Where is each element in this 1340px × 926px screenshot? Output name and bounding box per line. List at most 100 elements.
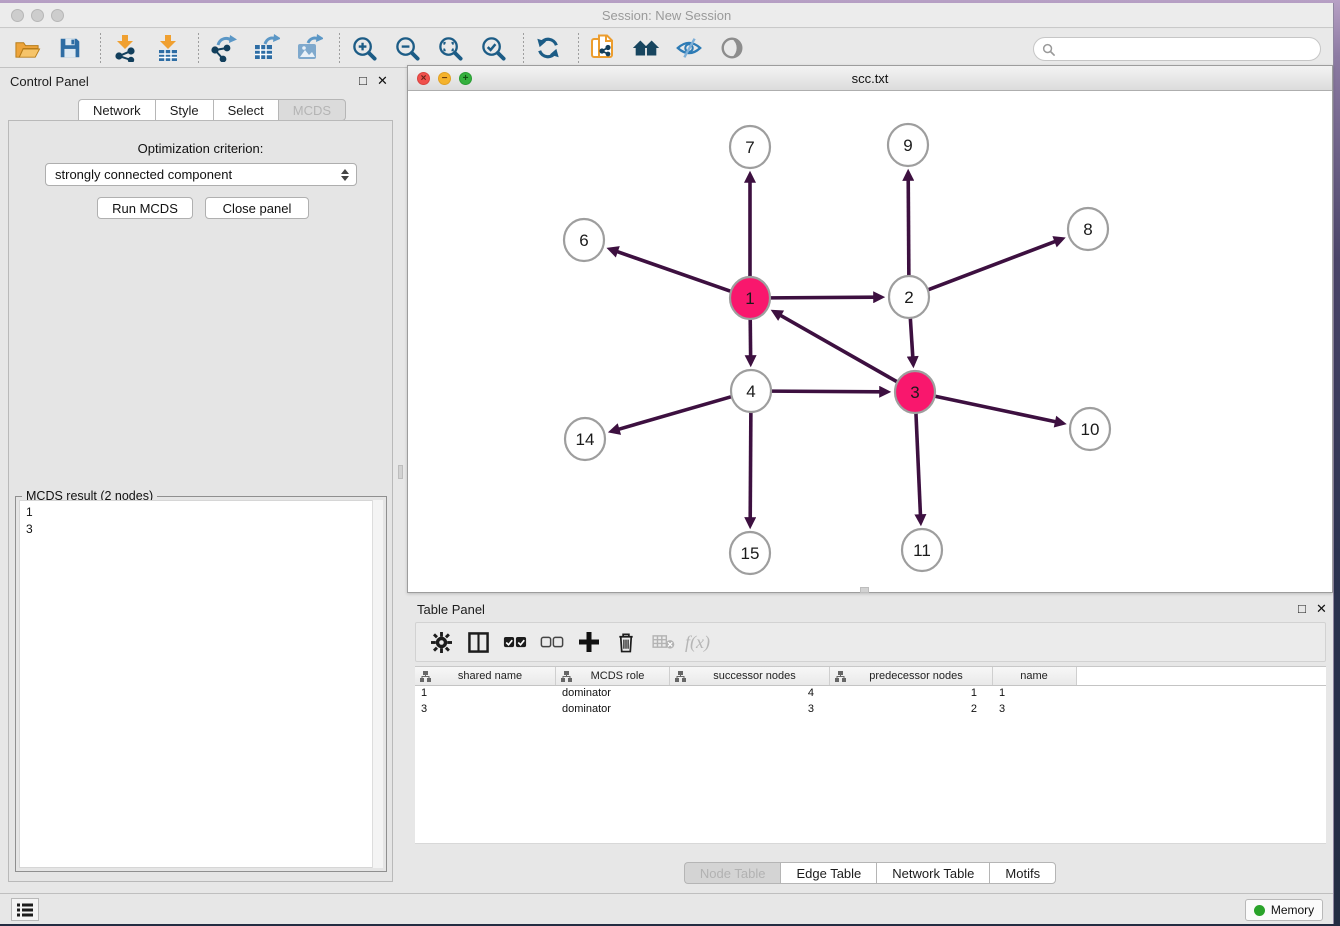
graph-edge-1-6[interactable]	[616, 251, 731, 291]
table-cell[interactable]: 1	[415, 686, 556, 702]
table-cell[interactable]: 2	[830, 702, 993, 718]
table-row[interactable]: 1dominator411	[415, 686, 1326, 702]
network-window-titlebar[interactable]: × − + scc.txt	[408, 66, 1332, 91]
export-image-button[interactable]	[294, 33, 324, 63]
save-session-button[interactable]	[55, 33, 85, 63]
graph-node-1[interactable]: 1	[730, 277, 770, 319]
graph-node-4[interactable]: 4	[731, 370, 771, 412]
mcds-result-list[interactable]: 13	[19, 500, 383, 868]
graph-edge-3-1[interactable]	[780, 315, 898, 382]
column-header-predecessor-nodes[interactable]: predecessor nodes	[830, 667, 993, 685]
graph-node-10[interactable]: 10	[1070, 408, 1110, 450]
graph-edge-4-3[interactable]	[771, 391, 881, 392]
table-options-button[interactable]	[426, 628, 456, 656]
graph-edge-3-10[interactable]	[935, 396, 1057, 422]
tab-network-table[interactable]: Network Table	[876, 862, 989, 884]
result-scrollbar[interactable]	[372, 500, 383, 868]
columns-icon	[468, 632, 489, 653]
main-toolbar	[0, 29, 1333, 68]
graph-node-label: 2	[904, 288, 913, 307]
table-cell[interactable]: 3	[670, 702, 830, 718]
graph-node-3[interactable]: 3	[895, 371, 935, 413]
float-panel-icon[interactable]: □	[359, 73, 367, 88]
graph-node-8[interactable]: 8	[1068, 208, 1108, 250]
graph-edge-3-11[interactable]	[916, 412, 921, 516]
column-type-icon	[675, 671, 686, 682]
delete-row-button[interactable]	[611, 628, 641, 656]
zoom-out-button[interactable]	[392, 33, 422, 63]
status-bar: Memory	[0, 893, 1333, 924]
tab-style[interactable]: Style	[155, 99, 213, 121]
zoom-selected-button[interactable]	[478, 33, 508, 63]
control-panel-title: Control Panel	[10, 74, 89, 89]
graph-node-7[interactable]: 7	[730, 126, 770, 168]
splitter-grip-vertical[interactable]	[398, 465, 403, 479]
optimization-select[interactable]: strongly connected component	[45, 163, 357, 186]
graph-node-2[interactable]: 2	[889, 276, 929, 318]
run-mcds-button[interactable]: Run MCDS	[97, 197, 193, 219]
mcds-result-group: MCDS result (2 nodes) 13	[15, 496, 387, 872]
column-type-icon	[561, 671, 572, 682]
search-input[interactable]	[1060, 42, 1320, 56]
refresh-layout-button[interactable]	[533, 33, 563, 63]
table-panel-tabs: Node TableEdge TableNetwork TableMotifs	[407, 862, 1333, 884]
close-panel-button[interactable]: Close panel	[205, 197, 309, 219]
manage-networks-button[interactable]	[588, 33, 618, 63]
graph-node-15[interactable]: 15	[730, 532, 770, 574]
import-network-button[interactable]	[110, 33, 140, 63]
memory-button[interactable]: Memory	[1245, 899, 1323, 921]
hide-panel-button[interactable]	[674, 33, 704, 63]
table-cell[interactable]: 4	[670, 686, 830, 702]
tab-edge-table[interactable]: Edge Table	[780, 862, 876, 884]
control-panel: Control Panel □ ✕ NetworkStyleSelectMCDS…	[0, 68, 401, 892]
zoom-in-button[interactable]	[349, 33, 379, 63]
network-overview-button[interactable]	[11, 898, 39, 921]
graph-edge-4-14[interactable]	[618, 397, 732, 430]
table-cell[interactable]: 3	[415, 702, 556, 718]
table-cell[interactable]: dominator	[556, 702, 670, 718]
table-cell[interactable]: 1	[993, 686, 1077, 702]
close-table-panel-icon[interactable]: ✕	[1316, 601, 1327, 617]
first-neighbors-button[interactable]	[631, 33, 661, 63]
mcds-result-item: 3	[26, 521, 376, 538]
close-panel-icon[interactable]: ✕	[377, 73, 388, 89]
graph-edge-1-2[interactable]	[770, 297, 875, 298]
export-network-button[interactable]	[208, 33, 238, 63]
column-header-MCDS-role[interactable]: MCDS role	[556, 667, 670, 685]
search-field[interactable]	[1033, 37, 1321, 61]
float-table-panel-icon[interactable]: □	[1298, 601, 1306, 616]
export-table-button[interactable]	[251, 33, 281, 63]
tab-mcds[interactable]: MCDS	[278, 99, 346, 121]
graph-node-9[interactable]: 9	[888, 124, 928, 166]
table-row[interactable]: 3dominator323	[415, 702, 1326, 718]
column-header-name[interactable]: name	[993, 667, 1077, 685]
tab-node-table[interactable]: Node Table	[684, 862, 781, 884]
graph-edge-2-3[interactable]	[910, 317, 913, 358]
graph-node-11[interactable]: 11	[902, 529, 942, 571]
graph-edge-2-9[interactable]	[908, 179, 909, 277]
table-cell[interactable]: dominator	[556, 686, 670, 702]
import-table-button[interactable]	[153, 33, 183, 63]
column-header-shared-name[interactable]: shared name	[415, 667, 556, 685]
table-cell[interactable]: 3	[993, 702, 1077, 718]
tab-motifs[interactable]: Motifs	[989, 862, 1056, 884]
show-panel-button[interactable]	[717, 33, 747, 63]
deselect-all-button[interactable]	[537, 628, 567, 656]
add-row-button[interactable]	[574, 628, 604, 656]
open-folder-button[interactable]	[12, 33, 42, 63]
tab-network[interactable]: Network	[78, 99, 155, 121]
mcds-tab-content: Optimization criterion: strongly connect…	[8, 120, 393, 882]
tab-select[interactable]: Select	[213, 99, 278, 121]
graph-node-6[interactable]: 6	[564, 219, 604, 261]
network-graph-canvas[interactable]: 7 9 6 8 1 2 4 3 14 10 15 11	[408, 91, 1332, 592]
column-header-successor-nodes[interactable]: successor nodes	[670, 667, 830, 685]
show-column-button[interactable]	[463, 628, 493, 656]
zoom-fit-button[interactable]	[435, 33, 465, 63]
select-all-button[interactable]	[500, 628, 530, 656]
graph-node-14[interactable]: 14	[565, 418, 605, 460]
table-panel: Table Panel □ ✕ f(x	[407, 596, 1333, 889]
graph-edge-4-15[interactable]	[750, 411, 751, 519]
table-cell[interactable]: 1	[830, 686, 993, 702]
splitter-grip-horizontal[interactable]	[860, 587, 869, 593]
graph-edge-2-8[interactable]	[928, 241, 1057, 290]
